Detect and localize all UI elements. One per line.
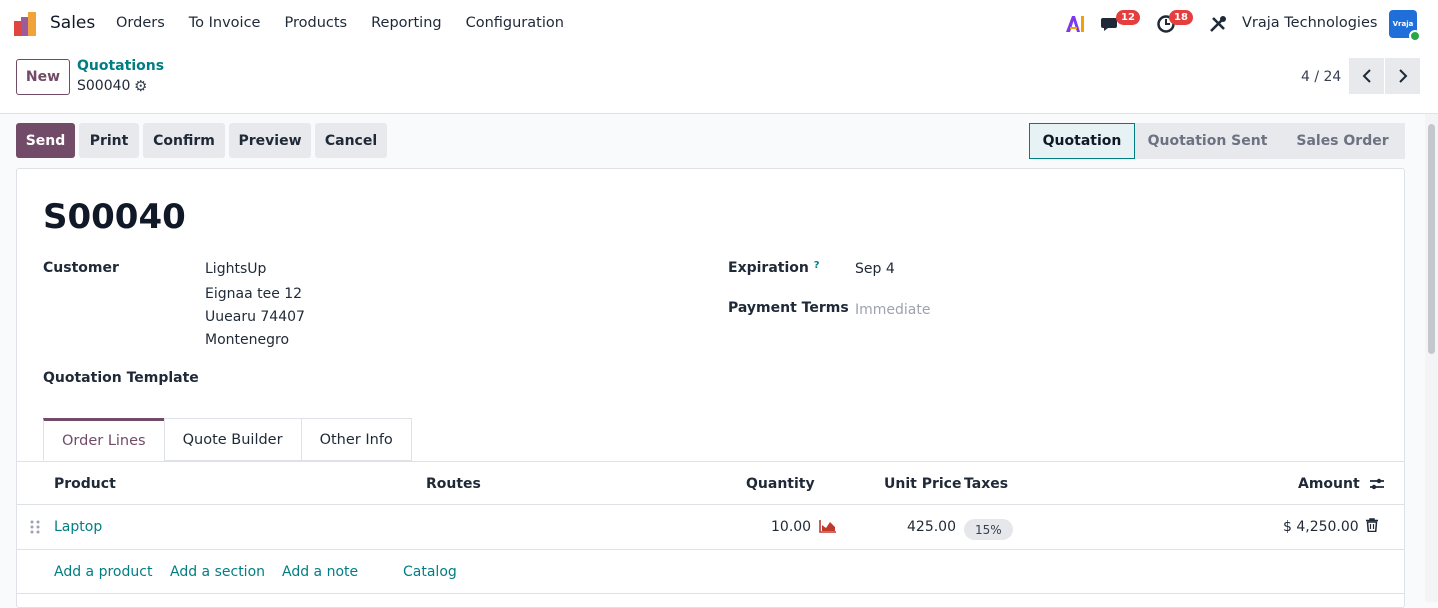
tax-badge[interactable]: 15% [964,519,1013,540]
status-sales-order[interactable]: Sales Order [1280,123,1405,159]
confirm-button[interactable]: Confirm [143,123,225,158]
add-note-link[interactable]: Add a note [282,564,358,580]
customer-city: Uuearu 74407 [205,309,305,325]
avatar-text: Vraja [1392,20,1414,28]
customer-country: Montenegro [205,332,290,348]
column-taxes[interactable]: Taxes [964,476,1008,492]
payment-terms-field[interactable]: Immediate [855,302,930,318]
debug-tools-button[interactable] [1209,0,1227,48]
online-status-dot [1409,30,1421,42]
status-quotation-sent[interactable]: Quotation Sent [1135,123,1280,159]
scrollbar-thumb[interactable] [1428,124,1435,354]
add-line-row: Add a product Add a section Add a note C… [17,550,1404,594]
control-panel: New Quotations S00040 ⚙ 4 / 24 [0,48,1438,114]
breadcrumb-quotations[interactable]: Quotations [77,58,164,74]
unit-price-cell[interactable]: 425.00 [907,519,956,535]
form-sheet: S00040 Customer LightsUp Eignaa tee 12 U… [16,168,1405,608]
quantity-cell[interactable]: 10.00 [771,519,811,535]
activities-button[interactable]: 18 [1156,0,1193,48]
expiration-label: Expiration ? [728,260,820,276]
optional-columns-icon[interactable] [1369,476,1385,492]
chevron-left-icon [1362,69,1371,83]
menu-products[interactable]: Products [284,15,347,31]
page-scrollbar[interactable] [1425,114,1438,602]
column-routes[interactable]: Routes [426,476,481,492]
forecast-chart-icon[interactable] [819,519,837,533]
top-navbar: Sales Orders To Invoice Products Reporti… [0,0,1438,48]
customer-name[interactable]: LightsUp [205,261,266,277]
column-amount[interactable]: Amount [1298,476,1360,492]
tab-order-lines[interactable]: Order Lines [43,418,165,461]
send-button[interactable]: Send [16,123,75,158]
ai-button[interactable] [1066,0,1086,48]
notebook-tabs: Order Lines Quote Builder Other Info [43,418,412,461]
status-bar: Quotation Quotation Sent Sales Order [1029,123,1405,159]
pager-value[interactable]: 4 / 24 [1301,69,1341,85]
add-section-link[interactable]: Add a section [170,564,265,580]
customer-label: Customer [43,260,119,276]
preview-button[interactable]: Preview [229,123,311,158]
main-menu: Orders To Invoice Products Reporting Con… [116,15,588,31]
status-quotation[interactable]: Quotation [1029,123,1135,159]
add-product-link[interactable]: Add a product [54,564,152,580]
tools-icon [1210,16,1226,32]
pager-previous-button[interactable] [1349,58,1384,94]
column-quantity[interactable]: Quantity [746,476,815,492]
sales-app-icon[interactable] [14,12,40,36]
pager-next-button[interactable] [1385,58,1420,94]
tab-quote-builder[interactable]: Quote Builder [163,418,302,461]
table-row[interactable]: Laptop 10.00 425.00 15% $ 4,250.00 [17,505,1404,550]
expiration-label-text: Expiration [728,260,809,276]
payment-terms-label: Payment Terms [728,300,849,316]
column-product[interactable]: Product [54,476,116,492]
messages-badge: 12 [1116,10,1140,25]
customer-street: Eignaa tee 12 [205,286,303,302]
record-title: S00040 [43,197,186,237]
print-button[interactable]: Print [79,123,139,158]
quotation-template-label: Quotation Template [43,370,199,386]
menu-to-invoice[interactable]: To Invoice [189,15,261,31]
company-switcher[interactable]: Vraja Technologies [1242,15,1377,31]
menu-orders[interactable]: Orders [116,15,165,31]
user-avatar[interactable]: Vraja [1389,10,1421,42]
new-button[interactable]: New [16,59,70,95]
ai-icon [1066,16,1084,32]
product-cell[interactable]: Laptop [54,519,102,535]
messages-button[interactable]: 12 [1101,0,1140,48]
cancel-button[interactable]: Cancel [315,123,387,158]
expiration-field[interactable]: Sep 4 [855,261,895,277]
column-unit-price[interactable]: Unit Price [884,476,961,492]
menu-configuration[interactable]: Configuration [466,15,564,31]
activities-badge: 18 [1169,10,1193,25]
catalog-link[interactable]: Catalog [403,564,457,580]
drag-handle-icon[interactable] [30,520,40,534]
app-name[interactable]: Sales [50,13,95,33]
order-lines-header: Product Routes Quantity Unit Price Taxes… [17,461,1404,505]
breadcrumb-current: S00040 [77,78,131,94]
help-tooltip-icon[interactable]: ? [814,260,820,271]
chevron-right-icon [1398,69,1407,83]
tab-other-info[interactable]: Other Info [300,418,412,461]
menu-reporting[interactable]: Reporting [371,15,442,31]
gear-icon[interactable]: ⚙ [134,77,147,95]
trash-icon[interactable] [1366,518,1378,532]
amount-cell: $ 4,250.00 [1283,519,1359,535]
